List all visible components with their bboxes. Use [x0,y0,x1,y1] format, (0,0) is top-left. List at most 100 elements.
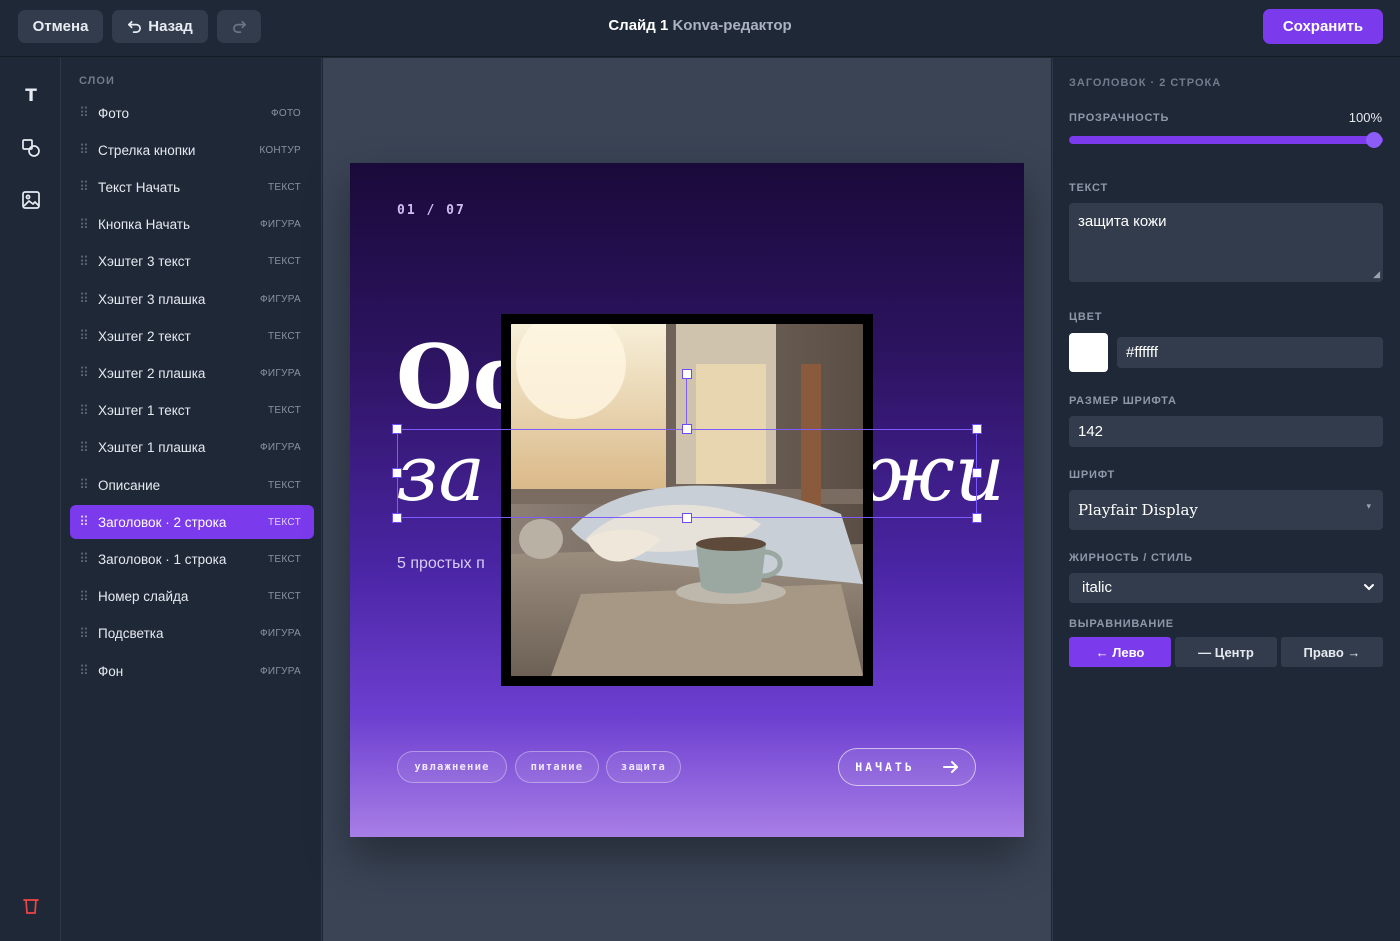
text-input[interactable]: защита кожи ◢ [1069,203,1383,282]
drag-handle-icon[interactable]: ⠿ [70,514,98,530]
layer-type: ТЕКСТ [268,591,301,603]
layer-type: ФИГУРА [259,367,301,379]
slide-description[interactable]: 5 простых п [397,555,485,573]
layer-row[interactable]: ⠿ Заголовок · 2 строка ТЕКСТ [70,505,314,540]
hashtag-3[interactable]: защита [606,751,681,783]
drag-handle-icon[interactable]: ⠿ [70,477,98,493]
drag-handle-icon[interactable]: ⠿ [70,403,98,419]
resize-handle-top-right[interactable] [972,424,982,434]
layer-type: КОНТУР [259,144,301,156]
properties-section-title: ЗАГОЛОВОК · 2 СТРОКА [1069,77,1222,89]
font-size-label: РАЗМЕР ШРИФТА [1069,395,1177,407]
opacity-slider-handle[interactable] [1366,132,1382,148]
layer-type: ФИГУРА [259,665,301,677]
font-select[interactable]: Playfair Display ▾ [1069,490,1383,530]
resize-handle-bottom-center[interactable] [682,513,692,523]
start-button-label: НАЧАТЬ [855,760,915,774]
drag-handle-icon[interactable]: ⠿ [70,254,98,270]
layer-type: ФОТО [270,107,301,119]
hashtag-1[interactable]: увлажнение [397,751,507,783]
layer-row[interactable]: ⠿ Хэштег 1 плашка ФИГУРА [70,431,314,465]
resize-handle-middle-right[interactable] [972,468,982,478]
drag-handle-icon[interactable]: ⠿ [70,551,98,567]
layer-name: Хэштег 3 текст [98,254,191,270]
editor-name: Konva-редактор [672,17,792,34]
drag-handle-icon[interactable]: ⠿ [70,142,98,158]
save-button-label: Сохранить [1282,18,1364,35]
style-label: ЖИРНОСТЬ / СТИЛЬ [1069,552,1193,564]
resize-handle-bottom-right[interactable] [972,513,982,523]
drag-handle-icon[interactable]: ⠿ [70,663,98,679]
align-center-button[interactable]: — Центр [1175,637,1277,667]
layer-row[interactable]: ⠿ Заголовок · 1 строка ТЕКСТ [70,542,314,576]
drag-handle-icon[interactable]: ⠿ [70,440,98,456]
image-tool[interactable] [18,187,44,213]
align-right-button[interactable]: Право → [1281,637,1383,667]
font-select-value: Playfair Display [1078,501,1198,519]
style-select[interactable]: italic [1069,573,1383,603]
drag-handle-icon[interactable]: ⠿ [70,365,98,381]
layer-type: ФИГУРА [259,219,301,231]
resize-handle-bottom-left[interactable] [392,513,402,523]
slide-number[interactable]: 01 / 07 [397,203,466,218]
shapes-icon [22,139,40,157]
start-button[interactable]: НАЧАТЬ [838,748,976,786]
layer-row[interactable]: ⠿ Хэштег 3 текст ТЕКСТ [70,245,314,279]
layer-name: Хэштег 2 плашка [98,365,206,381]
layer-row[interactable]: ⠿ Хэштег 1 текст ТЕКСТ [70,394,314,428]
text-tool[interactable]: T [18,83,44,109]
layer-row[interactable]: ⠿ Номер слайда ТЕКСТ [70,580,314,614]
layer-row[interactable]: ⠿ Фото ФОТО [70,96,314,130]
align-center-label: — Центр [1198,644,1254,660]
layer-name: Хэштег 3 плашка [98,291,206,307]
chevron-down-icon: ▾ [1366,501,1371,511]
font-size-input[interactable]: 142 [1069,416,1383,447]
layer-row[interactable]: ⠿ Кнопка Начать ФИГУРА [70,208,314,242]
delete-tool[interactable] [18,893,44,919]
align-left-button[interactable]: ← Лево [1069,637,1171,667]
color-hex-input[interactable]: #ffffff [1117,337,1383,368]
layer-row[interactable]: ⠿ Описание ТЕКСТ [70,468,314,502]
drag-handle-icon[interactable]: ⠿ [70,328,98,344]
color-hex-value: #ffffff [1126,344,1158,361]
redo-button[interactable] [217,10,261,43]
resize-handle-middle-left[interactable] [392,468,402,478]
layer-row[interactable]: ⠿ Фон ФИГУРА [70,654,314,688]
text-icon: T [25,86,37,106]
image-icon [22,191,40,209]
hashtag-2[interactable]: питание [515,751,599,783]
layer-row[interactable]: ⠿ Текст Начать ТЕКСТ [70,170,314,204]
layer-row[interactable]: ⠿ Стрелка кнопки КОНТУР [70,133,314,167]
drag-handle-icon[interactable]: ⠿ [70,589,98,605]
layer-type: ФИГУРА [259,628,301,640]
rotate-handle[interactable] [682,369,692,379]
slide-canvas[interactable]: 01 / 07 Ос за жи 5 простых п увлажнение … [350,163,1024,837]
drag-handle-icon[interactable]: ⠿ [70,626,98,642]
save-button[interactable]: Сохранить [1263,9,1383,44]
drag-handle-icon[interactable]: ⠿ [70,217,98,233]
color-swatch[interactable] [1069,333,1108,372]
layer-type: ТЕКСТ [268,256,301,268]
layer-name: Стрелка кнопки [98,142,196,158]
layer-type: ФИГУРА [259,293,301,305]
layer-row[interactable]: ⠿ Подсветка ФИГУРА [70,617,314,651]
undo-button[interactable]: Назад [112,10,208,43]
cancel-button[interactable]: Отмена [18,10,103,43]
layer-name: Текст Начать [98,179,181,195]
drag-handle-icon[interactable]: ⠿ [70,291,98,307]
resize-grip-icon[interactable]: ◢ [1373,269,1380,280]
drag-handle-icon[interactable]: ⠿ [70,105,98,121]
layer-row[interactable]: ⠿ Хэштег 2 плашка ФИГУРА [70,356,314,390]
layer-name: Хэштег 2 текст [98,328,191,344]
drag-handle-icon[interactable]: ⠿ [70,179,98,195]
opacity-slider[interactable] [1069,136,1383,144]
opacity-label: ПРОЗРАЧНОСТЬ [1069,112,1170,124]
layer-name: Хэштег 1 плашка [98,440,206,456]
resize-handle-top-center[interactable] [682,424,692,434]
layer-row[interactable]: ⠿ Хэштег 3 плашка ФИГУРА [70,282,314,316]
layer-row[interactable]: ⠿ Хэштег 2 текст ТЕКСТ [70,319,314,353]
resize-handle-top-left[interactable] [392,424,402,434]
layer-name: Заголовок · 1 строка [98,551,227,567]
shape-tool[interactable] [18,135,44,161]
canvas-area[interactable]: 01 / 07 Ос за жи 5 простых п увлажнение … [323,58,1051,941]
